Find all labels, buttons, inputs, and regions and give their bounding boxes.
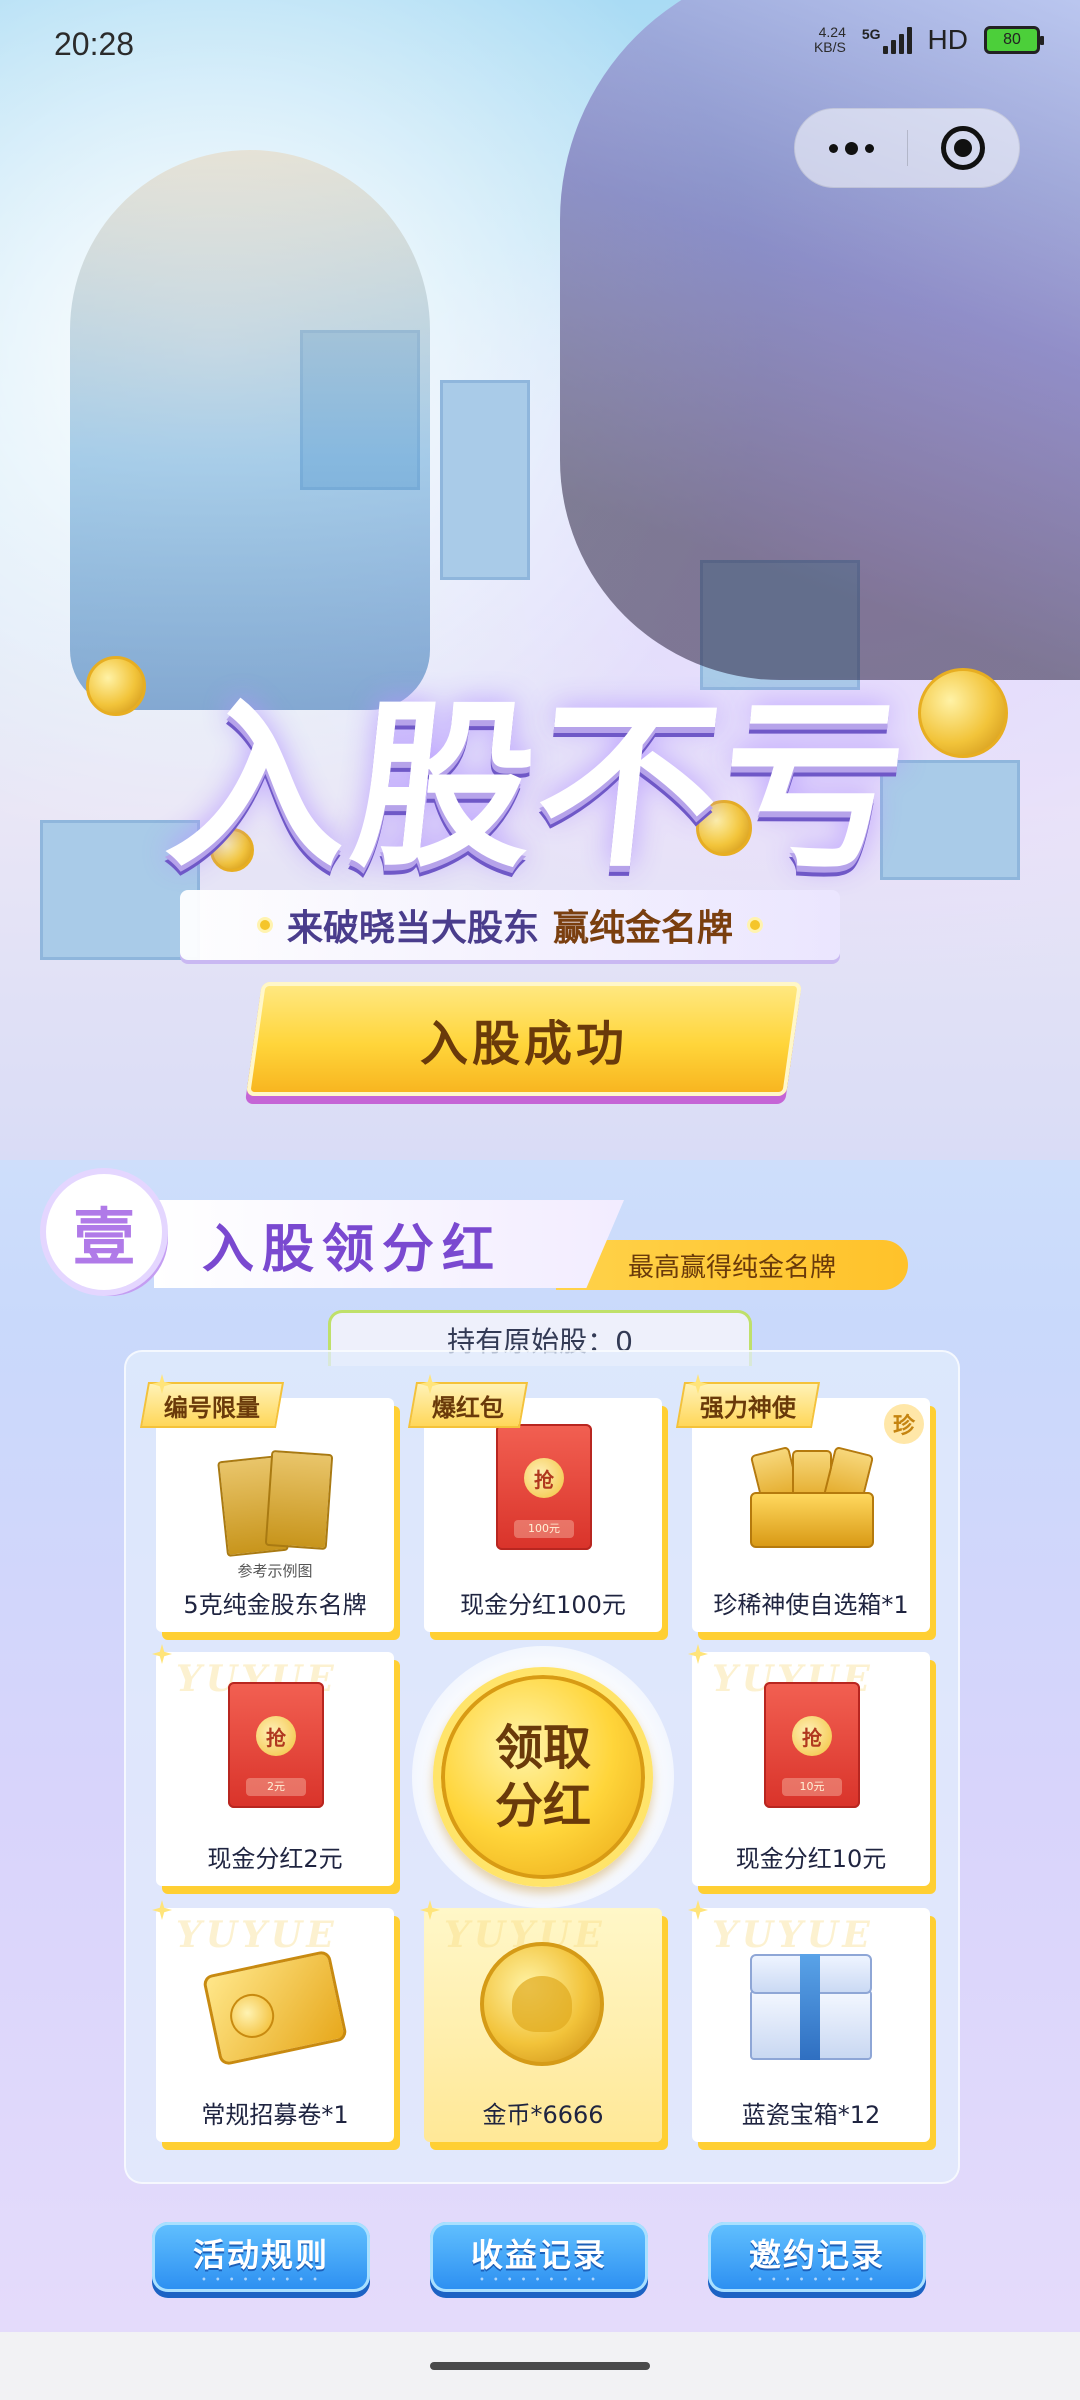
network-speed: 4.24 KB/S — [814, 25, 846, 55]
hero-title: 入股不亏 — [159, 683, 918, 892]
claim-button-ring: 领取 分红 — [412, 1646, 674, 1908]
red-packet-icon: 抢 100元 — [496, 1424, 592, 1550]
network-speed-unit: KB/S — [813, 39, 846, 55]
reward-card-selection-chest[interactable]: 珍 珍稀神使自选箱*1 — [692, 1398, 930, 1632]
home-indicator[interactable] — [430, 2362, 650, 2370]
join-success-button[interactable]: 入股成功 — [245, 982, 803, 1096]
reward-label: 现金分红2元 — [207, 1845, 343, 1873]
reward-label: 蓝瓷宝箱*12 — [741, 2101, 881, 2129]
section-highlight-pill: 最高赢得纯金名牌 — [556, 1240, 908, 1290]
button-decoration: • • • • • • • • • — [201, 2274, 321, 2284]
gold-coin-icon — [480, 1942, 604, 2066]
target-close-icon — [941, 126, 986, 170]
join-success-label: 入股成功 — [419, 1016, 628, 1072]
close-miniprogram-button[interactable] — [908, 108, 1019, 188]
earnings-record-button[interactable]: 收益记录 • • • • • • • • • — [430, 2222, 648, 2292]
reward-card-blue-chest[interactable]: YUYUE 蓝瓷宝箱*12 — [692, 1908, 930, 2142]
button-decoration: • • • • • • • • • — [757, 2274, 877, 2284]
battery-level: 80 — [1003, 31, 1021, 48]
dot-icon — [256, 917, 273, 933]
activity-rules-button[interactable]: 活动规则 • • • • • • • • • — [152, 2222, 370, 2292]
rare-badge: 珍 — [884, 1404, 924, 1444]
network-speed-value: 4.24 — [818, 24, 846, 40]
button-label: 收益记录 — [470, 2236, 607, 2274]
button-label: 邀约记录 — [748, 2236, 885, 2274]
status-bar: 20:28 4.24 KB/S 5G HD 80 — [0, 0, 1080, 92]
cellular-status: 5G — [862, 26, 912, 54]
red-packet-amount: 2元 — [246, 1778, 306, 1796]
reward-label: 5克纯金股东名牌 — [183, 1591, 367, 1619]
red-packet-amount: 10元 — [782, 1778, 842, 1796]
section-title: 入股领分红 — [154, 1200, 624, 1288]
section-header: 最高赢得纯金名牌 入股领分红 壹 — [36, 1160, 1046, 1300]
reward-panel: 参考示例图 5克纯金股东名牌 抢 100元 现金分红100元 珍 珍稀神使自选箱… — [124, 1350, 960, 2184]
recruit-ticket-icon — [201, 1949, 349, 2067]
blue-porcelain-chest-icon — [744, 1948, 878, 2066]
city-building — [440, 380, 530, 580]
subtitle-highlight: 赢纯金名牌 — [553, 907, 734, 949]
reward-card-gold-nameplate[interactable]: 参考示例图 5克纯金股东名牌 — [156, 1398, 394, 1632]
gold-nameplate-icon — [210, 1448, 340, 1558]
red-packet-seal: 抢 — [524, 1458, 564, 1498]
subtitle-banner: 来破晓当大股东 赢纯金名牌 — [180, 890, 840, 960]
reward-label: 现金分红100元 — [460, 1591, 626, 1619]
network-type: 5G — [861, 26, 881, 42]
card-watermark: YUYUE — [176, 1914, 338, 1956]
hd-indicator: HD — [927, 24, 968, 55]
selection-chest-icon — [742, 1442, 882, 1552]
sample-image-note: 参考示例图 — [237, 1562, 313, 1580]
status-indicators: 4.24 KB/S 5G HD 80 — [814, 24, 1044, 56]
button-label: 活动规则 — [192, 2236, 329, 2274]
reward-card-cash-2[interactable]: YUYUE 抢 2元 现金分红2元 — [156, 1652, 394, 1886]
miniprogram-capsule — [794, 108, 1020, 188]
character-illustration-left — [70, 150, 430, 710]
claim-label-line2: 分红 — [494, 1778, 591, 1834]
reward-label: 现金分红10元 — [735, 1845, 887, 1873]
invite-record-button[interactable]: 邀约记录 • • • • • • • • • — [708, 2222, 926, 2292]
dot-icon — [747, 917, 764, 933]
status-time: 20:28 — [54, 26, 135, 62]
character-illustration-right — [560, 0, 1080, 680]
battery-icon: 80 — [984, 26, 1044, 54]
signal-icon — [882, 26, 912, 54]
reward-label: 金币*6666 — [482, 2101, 604, 2129]
reward-label: 珍稀神使自选箱*1 — [713, 1591, 909, 1619]
reward-card-cash-100[interactable]: 抢 100元 现金分红100元 — [424, 1398, 662, 1632]
red-packet-seal: 抢 — [256, 1716, 296, 1756]
red-packet-seal: 抢 — [792, 1716, 832, 1756]
red-packet-icon: 抢 10元 — [764, 1682, 860, 1808]
claim-label-line1: 领取 — [494, 1720, 591, 1776]
red-packet-amount: 100元 — [514, 1520, 574, 1538]
more-button[interactable] — [795, 108, 907, 188]
reward-card-cash-10[interactable]: YUYUE 抢 10元 现金分红10元 — [692, 1652, 930, 1886]
claim-dividend-button[interactable]: 领取 分红 — [433, 1667, 653, 1887]
section-number-badge: 壹 — [46, 1174, 162, 1290]
more-dots-icon — [828, 143, 838, 153]
tag-red-packet: 爆红包 — [407, 1382, 529, 1428]
button-decoration: • • • • • • • • • — [479, 2274, 599, 2284]
reward-card-gold-coins[interactable]: YUYUE 金币*6666 — [424, 1908, 662, 2142]
reward-label: 常规招募卷*1 — [201, 2101, 349, 2129]
red-packet-icon: 抢 2元 — [228, 1682, 324, 1808]
system-navigation-bar — [0, 2332, 1080, 2400]
subtitle-text: 来破晓当大股东 — [286, 907, 539, 949]
reward-card-recruit-ticket[interactable]: YUYUE 常规招募卷*1 — [156, 1908, 394, 2142]
